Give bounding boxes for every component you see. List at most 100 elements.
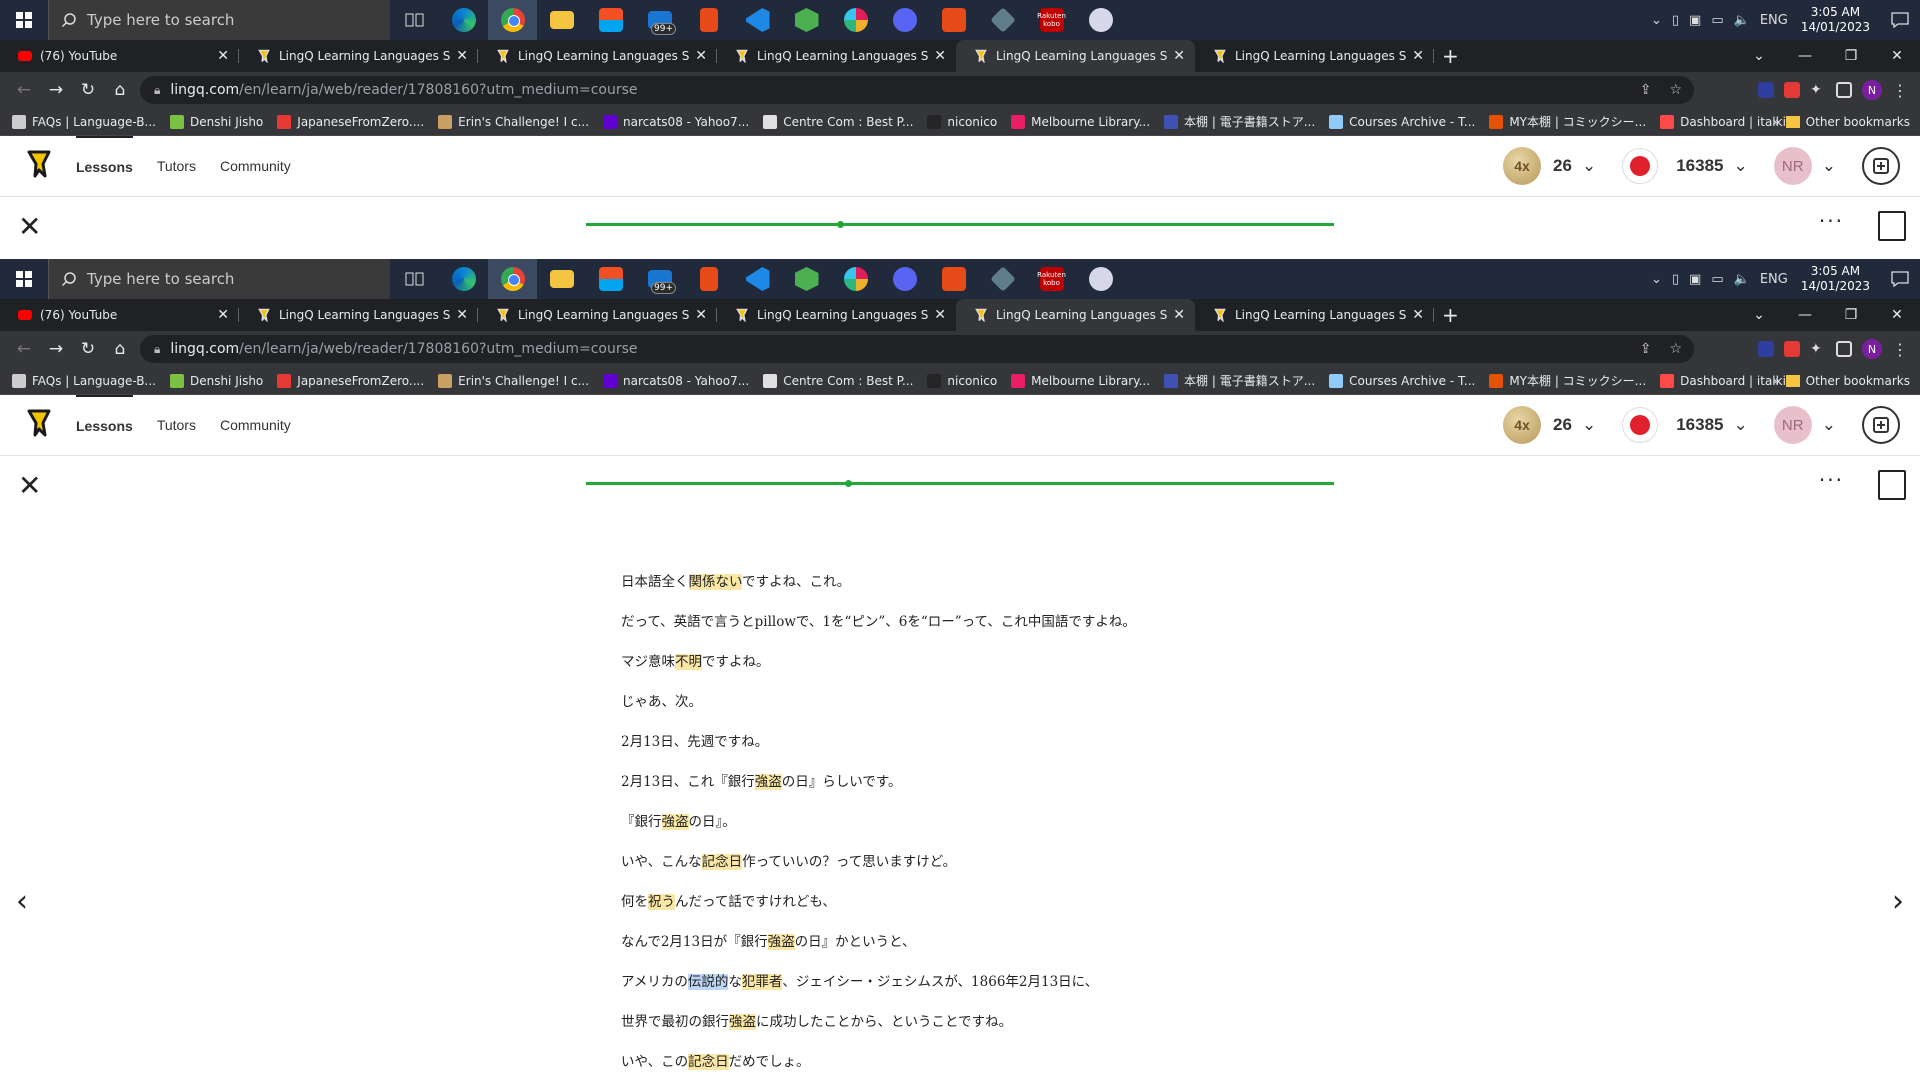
bookmark-item[interactable]: Melbourne Library... [1011,113,1150,130]
close-tab-icon[interactable]: ✕ [456,48,468,64]
text-segment[interactable]: 世界で最初の銀行 [621,1014,729,1030]
bookmark-item[interactable]: Denshi Jisho [169,113,263,130]
text-segment[interactable]: 、ジェイシー・ジェシムスが、1866年2月13日に、 [782,974,1098,990]
coin-multiplier-badge[interactable]: 4x [1503,147,1542,185]
text-segment[interactable]: の日』らしいです。 [782,774,902,790]
close-tab-icon[interactable]: ✕ [1412,48,1424,64]
browser-menu-icon[interactable]: ⋮ [1892,340,1908,359]
text-segment[interactable]: ですよね、これ。 [742,574,850,590]
text-segment[interactable]: いや、こんな [621,854,702,870]
diamond-app-icon[interactable] [978,259,1027,299]
side-panel-icon[interactable] [1836,341,1852,357]
red-extension-icon[interactable] [1784,82,1800,98]
battery-icon[interactable]: ▯ [1672,272,1679,287]
battery-icon[interactable]: ▯ [1672,13,1679,28]
bookmark-item[interactable]: MY本棚 | コミックシー... [1489,113,1646,130]
address-bar[interactable]: 🔒︎ lingq.com /en/learn/ja/web/reader/178… [140,76,1694,104]
text-segment[interactable]: に成功したことから、ということですね。 [756,1014,1012,1030]
side-panel-icon[interactable] [1836,82,1852,98]
text-segment[interactable]: 何を [621,894,648,910]
language-indicator[interactable]: ENG [1760,13,1788,28]
bookmark-item[interactable]: Courses Archive - T... [1329,113,1475,130]
diamond-app-icon[interactable] [978,0,1027,40]
reload-icon[interactable]: ↻ [72,80,104,100]
file-explorer-icon[interactable] [537,0,586,40]
nav-lessons[interactable]: Lessons [76,136,133,196]
back-arrow-icon[interactable]: ← [8,80,40,100]
profile-avatar[interactable]: N [1862,80,1882,100]
microsoft-store-icon[interactable] [586,259,635,299]
browser-tab[interactable]: LingQ Learning Languages Simpl ✕ [717,299,956,331]
torrent-app-icon[interactable] [1076,259,1125,299]
bookmark-star-icon[interactable]: ☆ [1669,82,1682,98]
chevron-down-icon[interactable]: ⌄ [1822,156,1836,176]
lingq-logo-icon[interactable] [26,149,52,184]
text-segment[interactable]: の日』。 [689,814,736,830]
start-button[interactable] [0,259,48,299]
browser-tab[interactable]: LingQ Learning Languages Simpl ✕ [1195,299,1434,331]
restore-icon[interactable]: ❐ [1828,48,1874,64]
taskbar-clock[interactable]: 3:05 AM 14/01/2023 [1801,264,1870,294]
close-window-icon[interactable]: ✕ [1874,48,1920,64]
progress-marker[interactable] [844,480,852,487]
vscode-icon[interactable] [733,0,782,40]
close-tab-icon[interactable]: ✕ [1173,307,1185,323]
browser-tab[interactable]: LingQ Learning Languages Simpl ✕ [956,299,1195,331]
new-tab-plus-icon[interactable]: + [1442,44,1459,68]
browser-tab[interactable]: LingQ Learning Languages Simpl ✕ [956,40,1195,72]
close-tab-icon[interactable]: ✕ [1173,48,1185,64]
text-segment[interactable]: 2月13日、これ『銀行 [621,774,755,790]
close-tab-icon[interactable]: ✕ [217,48,229,64]
bookmark-item[interactable]: Centre Com : Best P... [763,372,913,389]
bookmark-item[interactable]: Erin's Challenge! I c... [438,113,589,130]
text-segment[interactable]: 『銀行 [621,814,662,830]
forward-arrow-icon[interactable]: → [40,339,72,359]
language-indicator[interactable]: ENG [1760,272,1788,287]
slack-icon[interactable] [831,0,880,40]
kobo-icon[interactable]: Rakuten kobo [1027,259,1076,299]
power-app-icon[interactable] [929,0,978,40]
known-words-count[interactable]: 16385 [1676,156,1723,176]
close-reader-icon[interactable]: ✕ [18,210,41,243]
japan-flag-icon[interactable] [1622,407,1659,443]
more-options-icon[interactable]: ··· [1819,468,1844,492]
home-icon[interactable]: ⌂ [104,80,136,100]
home-icon[interactable]: ⌂ [104,339,136,359]
minimize-icon[interactable]: — [1782,307,1828,323]
task-view-icon[interactable] [390,259,439,299]
previous-page-arrow-icon[interactable]: ‹ [16,884,28,919]
bookmark-item[interactable]: Dashboard | italki [1660,372,1786,389]
bookmark-item[interactable]: JapaneseFromZero.... [277,372,424,389]
display-icon[interactable]: ▣ [1689,13,1701,28]
next-page-arrow-icon[interactable]: › [1892,884,1904,919]
close-tab-icon[interactable]: ✕ [217,307,229,323]
lingq-extension-icon[interactable] [1758,82,1774,98]
network-icon[interactable]: ▭ [1711,272,1723,287]
bookmark-item[interactable]: Centre Com : Best P... [763,113,913,130]
chevron-up-icon[interactable]: ⌄ [1651,272,1662,287]
power-app-icon[interactable] [929,259,978,299]
bookmark-item[interactable]: Melbourne Library... [1011,372,1150,389]
edge-icon[interactable] [439,0,488,40]
red-extension-icon[interactable] [1784,341,1800,357]
browser-tab[interactable]: LingQ Learning Languages Simpl ✕ [239,40,478,72]
text-segment[interactable]: だめでしょ。 [729,1054,810,1070]
lesson-progress-bar[interactable] [586,221,1334,228]
browser-tab[interactable]: LingQ Learning Languages Simpl ✕ [239,299,478,331]
address-bar[interactable]: 🔒︎ lingq.com /en/learn/ja/web/reader/178… [140,335,1694,363]
chrome-icon[interactable] [488,259,537,299]
nav-lessons[interactable]: Lessons [76,395,133,455]
bookmark-item[interactable]: narcats08 - Yahoo7... [603,372,749,389]
progress-marker[interactable] [837,221,845,228]
text-segment[interactable]: 2月13日、先週ですね。 [621,734,768,750]
text-segment[interactable]: いや、この [621,1054,688,1070]
start-button[interactable] [0,0,48,40]
lingq-highlight-word[interactable]: 犯罪者 [741,974,783,990]
network-icon[interactable]: ▭ [1711,13,1723,28]
bookmark-item[interactable]: Courses Archive - T... [1329,372,1475,389]
streak-count[interactable]: 26 [1553,415,1572,435]
bookmark-item[interactable]: niconico [927,113,997,130]
other-bookmarks[interactable]: Other bookmarks [1785,115,1910,129]
discord-icon[interactable] [880,0,929,40]
user-avatar[interactable]: NR [1773,406,1812,444]
